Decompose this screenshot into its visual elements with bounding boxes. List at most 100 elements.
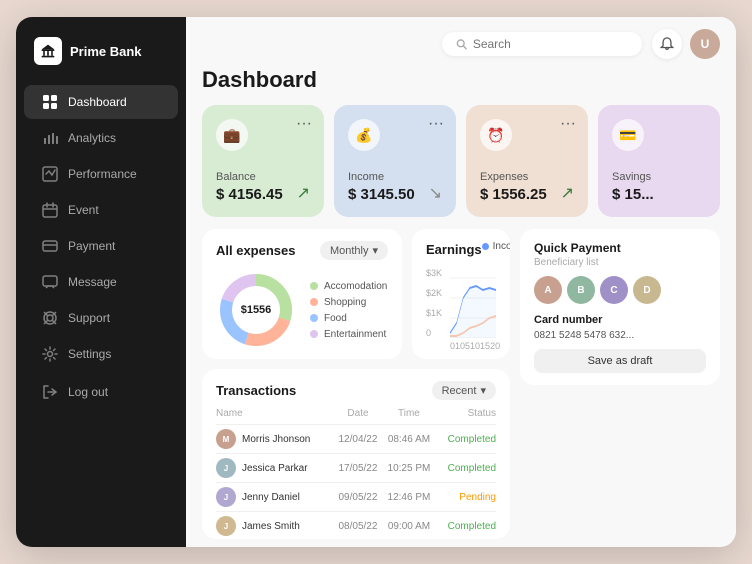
sidebar-item-analytics[interactable]: Analytics (24, 121, 178, 155)
quick-payment-title: Quick Payment (534, 241, 706, 255)
search-icon (456, 38, 467, 50)
balance-card-menu[interactable]: ··· (296, 115, 312, 133)
earnings-income-legend: Income (482, 241, 510, 252)
tx-time: 12:46 PM (382, 483, 435, 512)
page-title: Dashboard (202, 67, 720, 93)
tx-name-cell: J James Smith (216, 512, 334, 540)
page-body: Dashboard ··· 💼 Balance $ 4156.45 ↗ ··· … (186, 67, 736, 547)
lower-section: All expenses Monthly ▾ (202, 229, 720, 539)
balance-card-label: Balance (216, 171, 310, 183)
save-draft-button[interactable]: Save as draft (534, 349, 706, 373)
income-card-label: Income (348, 171, 442, 183)
qp-avatar[interactable]: C (600, 276, 628, 304)
table-row: J James Smith 08/05/22 09:00 AM Complete… (216, 512, 496, 540)
sidebar-payment-label: Payment (68, 239, 115, 253)
transactions-table: Name Date Time Status M Morris Jhonson 1 (216, 408, 496, 539)
legend-food: Food (310, 313, 387, 324)
sidebar-item-payment[interactable]: Payment (24, 229, 178, 263)
sidebar-support-label: Support (68, 311, 110, 325)
col-status: Status (436, 408, 496, 425)
balance-card: ··· 💼 Balance $ 4156.45 ↗ (202, 105, 324, 217)
savings-card-label: Savings (612, 171, 706, 183)
wallet-icon: 💼 (216, 119, 248, 151)
sidebar-item-event[interactable]: Event (24, 193, 178, 227)
earnings-panel-header: Earnings Income Expenses (426, 241, 496, 258)
sidebar-item-logout[interactable]: Log out (24, 375, 178, 409)
income-icon: 💰 (348, 119, 380, 151)
quick-payment-panel: Quick Payment Beneficiary list ABCD Card… (520, 229, 720, 385)
col-date: Date (334, 408, 383, 425)
sidebar-message-label: Message (68, 275, 117, 289)
search-bar[interactable] (442, 32, 642, 56)
income-card: ··· 💰 Income $ 3145.50 ↘ (334, 105, 456, 217)
sidebar-item-support[interactable]: Support (24, 301, 178, 335)
expenses-panel: All expenses Monthly ▾ (202, 229, 402, 359)
tx-date: 09/05/22 (334, 483, 383, 512)
bank-icon (34, 37, 62, 65)
tx-time: 09:00 AM (382, 512, 435, 540)
earnings-legend: Income Expenses (482, 241, 510, 252)
expenses-panel-title: All expenses (216, 243, 296, 258)
quick-payment-subtitle: Beneficiary list (534, 257, 706, 268)
transactions-header: Transactions Recent ▾ (216, 381, 496, 400)
col-name: Name (216, 408, 334, 425)
transactions-panel: Transactions Recent ▾ Name Date (202, 369, 510, 539)
expenses-icon: ⏰ (480, 119, 512, 151)
legend-dot-entertainment (310, 330, 318, 338)
sidebar-brand-name: Prime Bank (70, 44, 142, 59)
legend-entertainment: Entertainment (310, 329, 387, 340)
notification-button[interactable] (652, 29, 682, 59)
tx-name-cell: J Jessica Parkar (216, 454, 334, 483)
sidebar-settings-label: Settings (68, 347, 111, 361)
expenses-period-dropdown[interactable]: Monthly ▾ (320, 241, 388, 260)
topbar: U (186, 17, 736, 67)
donut-chart: $1556 (216, 270, 296, 350)
cards-row: ··· 💼 Balance $ 4156.45 ↗ ··· 💰 Income $… (202, 105, 720, 217)
donut-total-label: $1556 (241, 304, 272, 316)
qp-avatar[interactable]: B (567, 276, 595, 304)
tx-date: 12/04/22 (334, 425, 383, 454)
sidebar-item-message[interactable]: Message (24, 265, 178, 299)
col-time: Time (382, 408, 435, 425)
chart-y-labels: $3K $2K $1K 0 (426, 268, 442, 338)
card-number-label: Card number (534, 314, 706, 326)
transactions-period-dropdown[interactable]: Recent ▾ (432, 381, 496, 400)
chevron-down-icon-tx: ▾ (480, 384, 486, 397)
earnings-panel: Earnings Income Expenses (412, 229, 510, 359)
sidebar-analytics-label: Analytics (68, 131, 116, 145)
earnings-panel-title: Earnings (426, 242, 482, 257)
income-card-menu[interactable]: ··· (428, 115, 444, 133)
tx-status: Pending (436, 483, 496, 512)
savings-card-value: $ 15... (612, 186, 706, 203)
sidebar-item-dashboard[interactable]: Dashboard (24, 85, 178, 119)
income-legend-dot (482, 243, 489, 250)
expenses-card: ··· ⏰ Expenses $ 1556.25 ↗ (466, 105, 588, 217)
legend-accomodation: Accomodation (310, 281, 387, 292)
quick-payment-avatars: ABCD (534, 276, 706, 304)
tx-time: 10:25 PM (382, 454, 435, 483)
sidebar-item-settings[interactable]: Settings (24, 337, 178, 371)
income-trend-icon: ↘ (429, 183, 442, 203)
sidebar-item-performance[interactable]: Performance (24, 157, 178, 191)
savings-icon: 💳 (612, 119, 644, 151)
expenses-legend: Accomodation Shopping Food (310, 281, 387, 340)
transactions-period-label: Recent (442, 385, 477, 397)
main-content: U Dashboard ··· 💼 Balance $ 4156.45 ↗ ··… (186, 17, 736, 547)
user-avatar-button[interactable]: U (690, 29, 720, 59)
topbar-icons: U (652, 29, 720, 59)
expenses-card-menu[interactable]: ··· (560, 115, 576, 133)
qp-avatar[interactable]: A (534, 276, 562, 304)
legend-dot-shopping (310, 298, 318, 306)
balance-trend-icon: ↗ (297, 183, 310, 203)
expenses-content: $1556 Accomodation Shopping (216, 270, 388, 350)
qp-avatar[interactable]: D (633, 276, 661, 304)
sidebar: Prime Bank Dashboard Analyti (16, 17, 186, 547)
tx-status: Completed (436, 425, 496, 454)
card-number-value: 0821 5248 5478 632... (534, 330, 706, 341)
search-input[interactable] (473, 37, 628, 51)
transactions-title: Transactions (216, 383, 296, 398)
tx-name-cell: M Morris Jhonson (216, 425, 334, 454)
left-panels: All expenses Monthly ▾ (202, 229, 510, 539)
sidebar-event-label: Event (68, 203, 99, 217)
earnings-chart-svg (450, 268, 496, 338)
